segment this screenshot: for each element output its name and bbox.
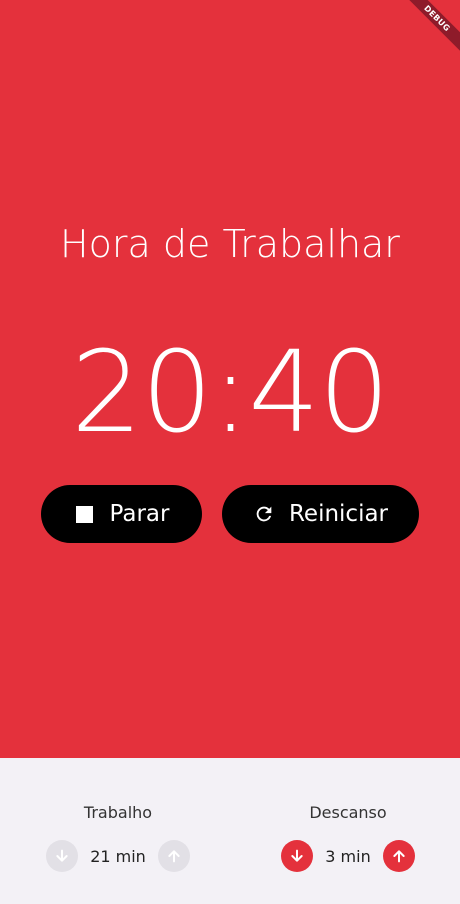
work-duration-control: Trabalho 21 min	[23, 802, 213, 872]
stop-icon	[74, 503, 96, 525]
arrow-down-icon	[56, 849, 68, 862]
arrow-up-icon	[393, 850, 405, 863]
arrow-up-icon	[168, 850, 180, 863]
time-display: 20:40	[71, 328, 390, 458]
rest-decrease-button[interactable]	[281, 840, 314, 872]
settings-panel: Trabalho 21 min Descanso 3 min	[0, 758, 460, 904]
rest-label: Descanso	[309, 803, 387, 822]
work-label: Trabalho	[83, 803, 153, 822]
rest-duration-control: Descanso 3 min	[253, 802, 443, 872]
work-increase-button[interactable]	[157, 840, 190, 872]
stop-button[interactable]: Parar	[41, 485, 202, 543]
work-value: 21 min	[90, 846, 146, 866]
mode-title: Hora de Trabalhar	[60, 222, 400, 266]
reset-button-label: Reiniciar	[288, 501, 389, 527]
work-decrease-button[interactable]	[46, 840, 79, 872]
rest-increase-button[interactable]	[382, 840, 415, 872]
timer-area: DEBUG Hora de Trabalhar 20:40 Parar Rein…	[0, 0, 460, 758]
debug-banner: DEBUG	[400, 0, 460, 60]
arrow-down-icon	[291, 849, 303, 862]
stop-button-label: Parar	[109, 501, 170, 527]
reset-button[interactable]: Reiniciar	[222, 485, 419, 543]
debug-banner-label: DEBUG	[400, 0, 460, 55]
rest-value: 3 min	[325, 846, 371, 866]
refresh-icon	[253, 503, 275, 525]
